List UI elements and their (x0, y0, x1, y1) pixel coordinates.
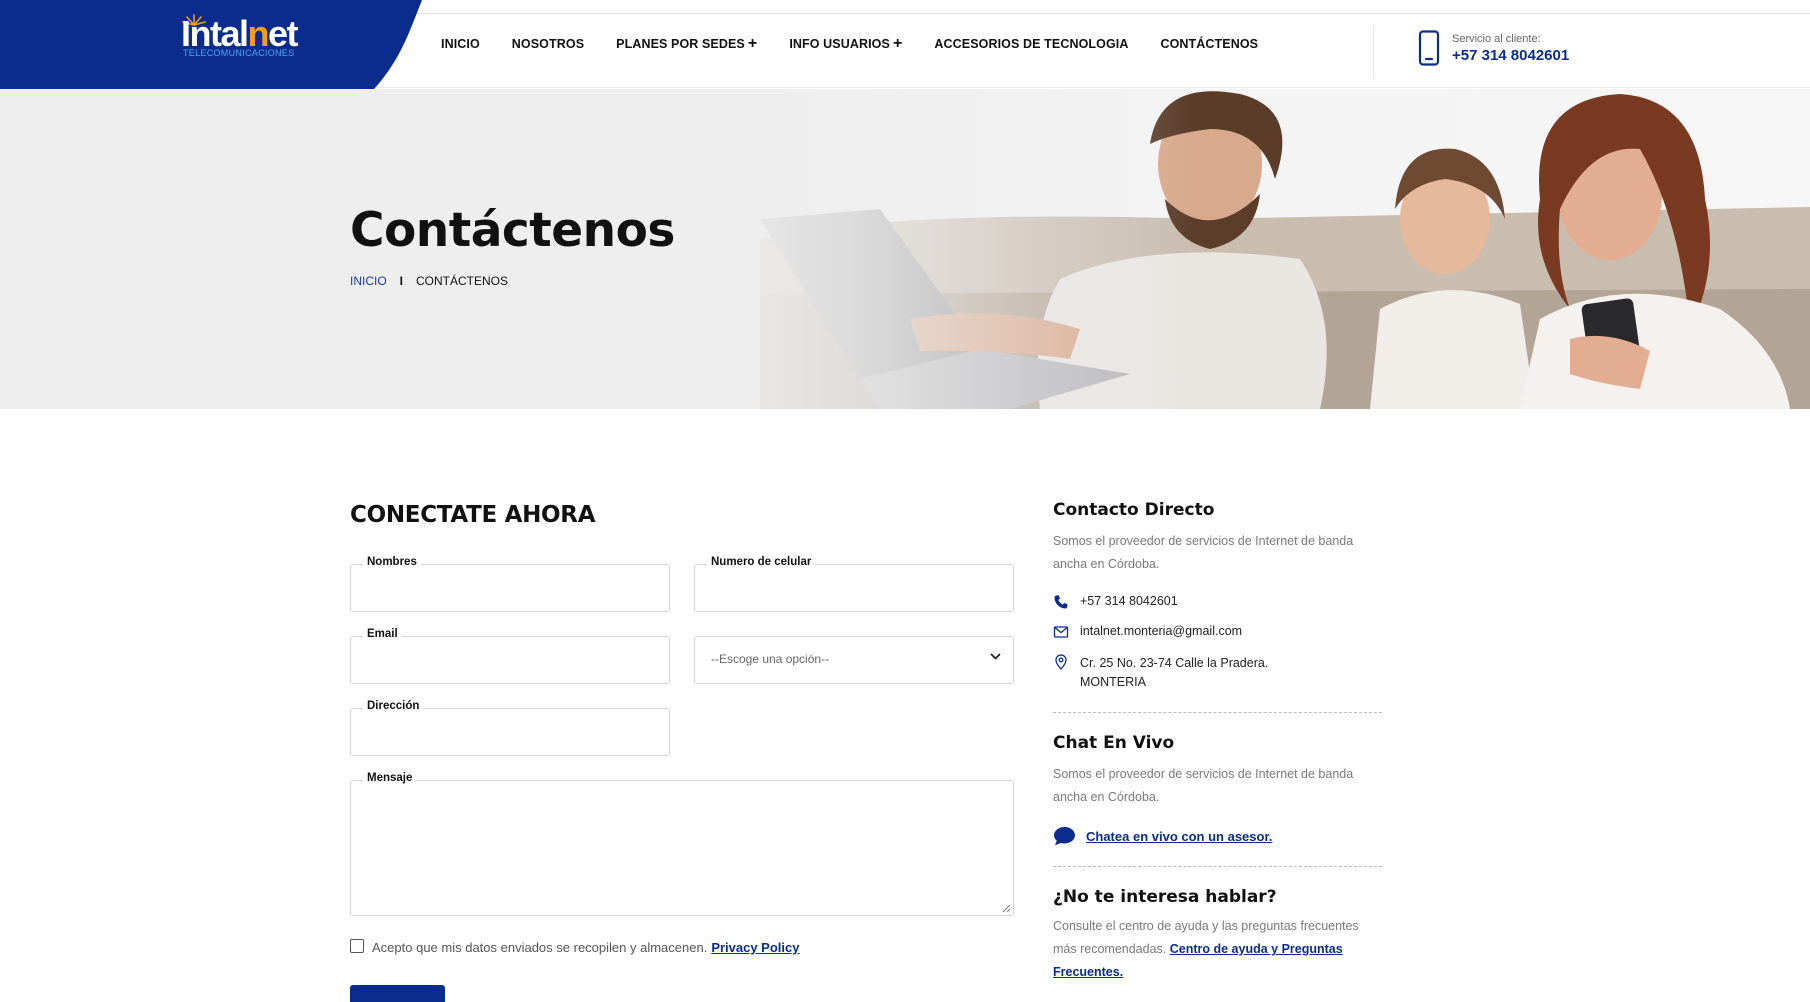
service-phone[interactable]: +57 314 8042601 (1452, 47, 1569, 64)
phone-icon (1054, 595, 1068, 609)
help-desc: Consulte el centro de ayuda y las pregun… (1053, 919, 1359, 979)
nav-item-accesorios[interactable]: ACCESORIOS DE TECNOLOGIA (934, 37, 1128, 51)
address-line-1: Cr. 25 No. 23-74 Calle la Pradera. (1080, 656, 1269, 670)
address-line-2: MONTERIA (1080, 675, 1146, 689)
direct-phone-row[interactable]: +57 314 8042601 (1053, 594, 1383, 610)
email-field[interactable]: Email (350, 628, 670, 684)
breadcrumb-separator: I (399, 274, 404, 288)
email-label: Email (363, 628, 402, 640)
chevron-down-icon (990, 653, 1001, 660)
direccion-field[interactable]: Dirección (350, 700, 670, 756)
header-divider (1373, 25, 1374, 79)
breadcrumb-current: CONTÁCTENOS (416, 274, 509, 288)
nav-item-contactenos[interactable]: CONTÁCTENOS (1160, 37, 1258, 51)
main-nav: INICIO NOSOTROS PLANES POR SEDES + INFO U… (441, 0, 1290, 88)
direct-contact-title: Contacto Directo (1053, 500, 1215, 520)
plus-icon: + (747, 35, 758, 52)
direct-address-row: Cr. 25 No. 23-74 Calle la Pradera. MONTE… (1053, 654, 1383, 692)
chat-desc: Somos el proveedor de servicios de Inter… (1053, 767, 1354, 804)
nombres-label: Nombres (363, 556, 421, 568)
chat-bubble-icon (1054, 827, 1075, 846)
chat-link[interactable]: Chatea en vivo con un asesor. (1086, 829, 1272, 844)
option-select-value: --Escoge una opción-- (711, 652, 830, 666)
submit-button[interactable] (350, 985, 445, 1002)
form-title: CONECTATE AHORA (350, 502, 596, 528)
nav-item-inicio[interactable]: INICIO (441, 37, 480, 51)
section-divider (1053, 712, 1382, 713)
mensaje-label: Mensaje (363, 772, 417, 784)
nav-item-info-usuarios[interactable]: INFO USUARIOS + (789, 35, 903, 52)
hero-overlay (0, 89, 1810, 409)
logo-subtitle: TELECOMUNICACIONES (183, 48, 295, 58)
direccion-label: Dirección (363, 700, 424, 712)
option-select[interactable]: --Escoge una opción-- (694, 636, 1014, 684)
direct-email-row[interactable]: intalnet.monteria@gmail.com (1053, 624, 1383, 640)
mensaje-textarea[interactable]: Mensaje (350, 772, 1014, 916)
customer-service[interactable]: Servicio al cliente: +57 314 8042601 (1418, 30, 1569, 66)
hero-banner: Contáctenos INICIO I CONTÁCTENOS (0, 89, 1810, 409)
direct-email[interactable]: intalnet.monteria@gmail.com (1080, 624, 1242, 638)
logo[interactable]: Intalnet TELECOMUNICACIONES (0, 0, 430, 91)
location-pin-icon (1055, 654, 1067, 670)
celular-field[interactable]: Numero de celular (694, 556, 1014, 612)
help-title: ¿No te interesa hablar? (1053, 887, 1277, 907)
resize-handle-icon[interactable] (1001, 903, 1011, 913)
consent-checkbox[interactable] (350, 938, 364, 953)
privacy-policy-link[interactable]: Privacy Policy (711, 940, 799, 955)
direct-contact-desc: Somos el proveedor de servicios de Inter… (1053, 534, 1354, 571)
nombres-field[interactable]: Nombres (350, 556, 670, 612)
chat-link-row[interactable]: Chatea en vivo con un asesor. (1053, 826, 1383, 846)
plus-icon: + (892, 35, 903, 52)
nav-item-planes-por-sedes[interactable]: PLANES POR SEDES + (616, 35, 758, 52)
mail-icon (1053, 626, 1069, 638)
logo-wordmark: Intalnet TELECOMUNICACIONES (181, 14, 321, 59)
celular-label: Numero de celular (707, 556, 816, 568)
mobile-phone-icon (1418, 30, 1440, 66)
page-title: Contáctenos (350, 203, 675, 258)
service-label: Servicio al cliente: (1452, 32, 1541, 45)
breadcrumb-home-link[interactable]: INICIO (350, 274, 387, 288)
contact-sidebar: Contacto Directo Somos el proveedor de s… (1053, 500, 1383, 984)
chat-title: Chat En Vivo (1053, 733, 1175, 753)
section-divider (1053, 866, 1382, 867)
nav-item-nosotros[interactable]: NOSOTROS (512, 37, 584, 51)
direct-phone[interactable]: +57 314 8042601 (1080, 594, 1178, 608)
consent-text: Acepto que mis datos enviados se recopil… (372, 940, 708, 955)
breadcrumb: INICIO I CONTÁCTENOS (350, 274, 508, 288)
consent-row: Acepto que mis datos enviados se recopil… (350, 938, 799, 955)
